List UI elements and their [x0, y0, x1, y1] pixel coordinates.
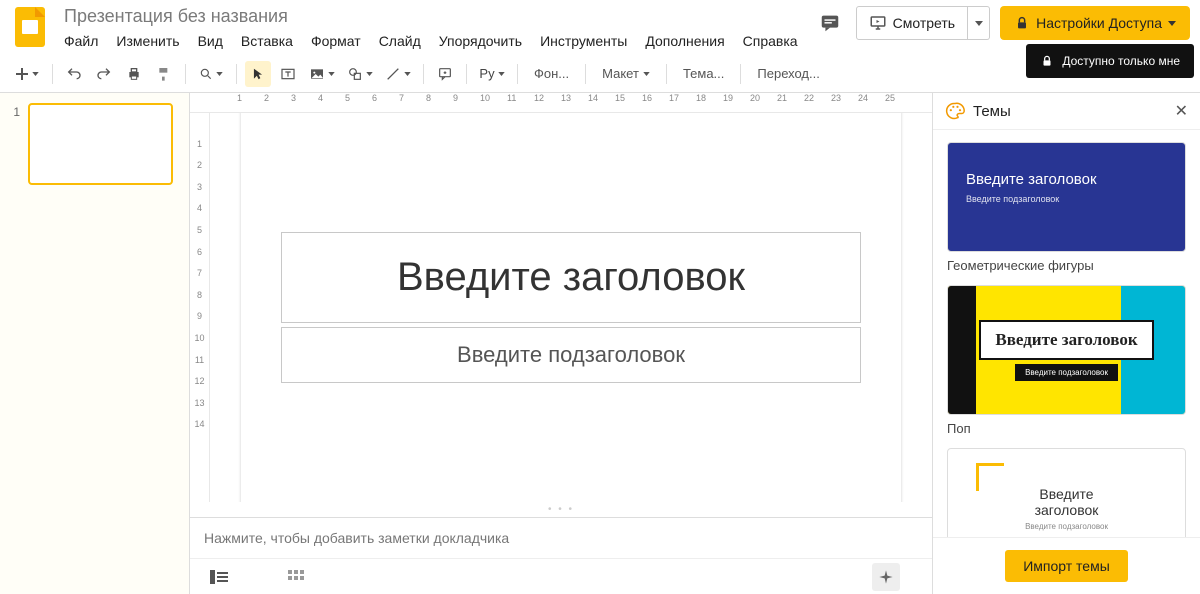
- speaker-notes[interactable]: Нажмите, чтобы добавить заметки докладчи…: [190, 517, 932, 558]
- menu-arrange[interactable]: Упорядочить: [439, 33, 522, 49]
- subtitle-placeholder[interactable]: Введите подзаголовок: [281, 327, 862, 383]
- input-lang-tool[interactable]: Ру: [475, 61, 509, 87]
- present-icon: [869, 14, 887, 32]
- select-tool[interactable]: [245, 61, 271, 87]
- present-dropdown[interactable]: [968, 6, 990, 40]
- title-placeholder[interactable]: Введите заголовок: [281, 232, 862, 323]
- shape-tool[interactable]: [343, 61, 377, 87]
- grid-view-icon[interactable]: [288, 570, 304, 584]
- menu-format[interactable]: Формат: [311, 33, 361, 49]
- zoom-button[interactable]: [194, 61, 228, 87]
- menu-insert[interactable]: Вставка: [241, 33, 293, 49]
- slides-logo[interactable]: [10, 4, 50, 50]
- resize-handle[interactable]: • • •: [190, 502, 932, 517]
- share-button[interactable]: Настройки Доступа: [1000, 6, 1190, 40]
- share-label: Настройки Доступа: [1036, 15, 1162, 31]
- redo-button[interactable]: [91, 61, 117, 87]
- new-slide-button[interactable]: [10, 61, 44, 87]
- paint-format-button[interactable]: [151, 61, 177, 87]
- theme-card[interactable]: Введите заголовок Введите подзаголовок: [947, 285, 1186, 415]
- theme-card[interactable]: Введите заголовок Введите подзаголовок: [947, 448, 1186, 537]
- lock-icon: [1014, 15, 1030, 31]
- lock-icon: [1040, 54, 1054, 68]
- background-dropdown[interactable]: Фон...: [526, 61, 577, 87]
- theme-dropdown[interactable]: Тема...: [675, 61, 732, 87]
- comment-tool[interactable]: [432, 61, 458, 87]
- layout-dropdown[interactable]: Макет: [594, 61, 658, 87]
- image-tool[interactable]: [305, 61, 339, 87]
- undo-button[interactable]: [61, 61, 87, 87]
- theme-card[interactable]: Введите заголовок Введите подзаголовок: [947, 142, 1186, 252]
- import-theme-button[interactable]: Импорт темы: [1005, 550, 1128, 582]
- print-button[interactable]: [121, 61, 147, 87]
- statusbar: [190, 558, 932, 594]
- close-icon[interactable]: ✕: [1175, 101, 1188, 121]
- slide-number: 1: [10, 103, 20, 185]
- menubar: Файл Изменить Вид Вставка Формат Слайд У…: [60, 31, 804, 55]
- present-label: Смотреть: [893, 15, 955, 31]
- share-tooltip: Доступно только мне: [1026, 44, 1194, 78]
- themes-panel: Темы ✕ Введите заголовок Введите подзаго…: [932, 93, 1200, 594]
- themes-title: Темы: [973, 103, 1011, 120]
- menu-help[interactable]: Справка: [743, 33, 798, 49]
- menu-addons[interactable]: Дополнения: [645, 33, 724, 49]
- menu-file[interactable]: Файл: [64, 33, 98, 49]
- explore-button[interactable]: [872, 563, 900, 591]
- comments-button[interactable]: [814, 7, 846, 39]
- menu-edit[interactable]: Изменить: [116, 33, 179, 49]
- toolbar: Ру Фон... Макет Тема... Переход...: [0, 55, 1200, 93]
- slide-canvas[interactable]: Введите заголовок Введите подзаголовок: [241, 113, 901, 502]
- chevron-down-icon: [975, 21, 983, 26]
- theme-name: Геометрические фигуры: [947, 258, 1186, 273]
- textbox-tool[interactable]: [275, 61, 301, 87]
- palette-icon: [945, 101, 965, 121]
- doc-title[interactable]: Презентация без названия: [60, 4, 804, 29]
- line-tool[interactable]: [381, 61, 415, 87]
- slide-thumbnail[interactable]: [28, 103, 173, 185]
- present-button[interactable]: Смотреть: [856, 6, 968, 40]
- ruler-horizontal: 1234567891011121314151617181920212223242…: [190, 93, 932, 113]
- transition-dropdown[interactable]: Переход...: [749, 61, 827, 87]
- menu-tools[interactable]: Инструменты: [540, 33, 627, 49]
- filmstrip-view-icon[interactable]: [210, 570, 228, 584]
- menu-slide[interactable]: Слайд: [379, 33, 421, 49]
- theme-name: Поп: [947, 421, 1186, 436]
- filmstrip: 1: [0, 93, 190, 594]
- ruler-vertical: 1234567891011121314: [190, 113, 210, 502]
- chevron-down-icon: [1168, 21, 1176, 26]
- menu-view[interactable]: Вид: [198, 33, 223, 49]
